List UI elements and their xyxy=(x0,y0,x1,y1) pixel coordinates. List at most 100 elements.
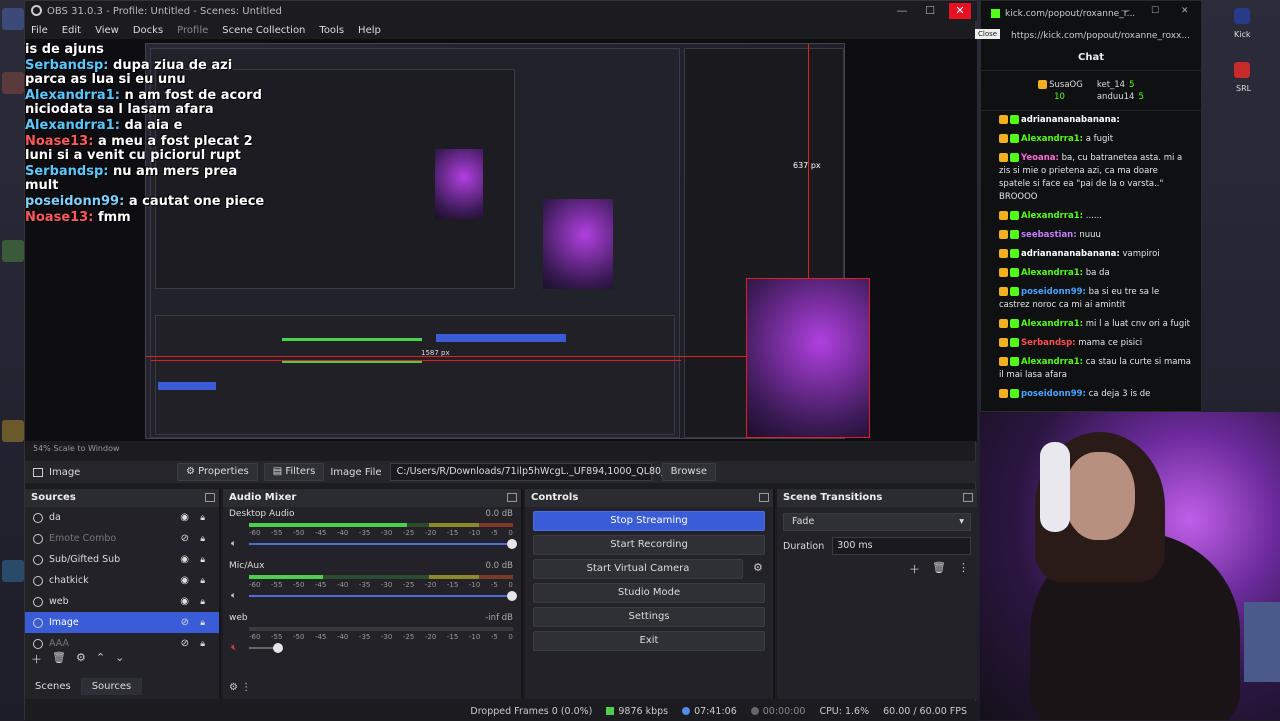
chat-username[interactable]: poseidonn99: xyxy=(1021,389,1086,399)
menu-docks[interactable]: Docks xyxy=(133,25,163,36)
lock-icon[interactable]: 🔒︎ xyxy=(200,618,205,628)
preview-scale-bar[interactable]: 54% Scale to Window xyxy=(25,441,977,457)
tab-scenes[interactable]: Scenes xyxy=(25,678,82,695)
desktop-icon[interactable] xyxy=(2,8,24,30)
properties-button[interactable]: ⚙ Properties xyxy=(177,463,258,481)
menu-help[interactable]: Help xyxy=(358,25,381,36)
volume-speaker-icon[interactable]: 🔈︎ xyxy=(231,539,236,549)
mixer-settings-icon[interactable]: ⚙ ⋮ xyxy=(229,682,251,693)
undock-icon[interactable] xyxy=(759,493,769,502)
visibility-hidden-icon[interactable]: ⊘ xyxy=(181,638,189,649)
source-item[interactable]: Sub/Gifted Sub ◉ 🔒︎ xyxy=(25,549,219,570)
preview-canvas[interactable]: 1587 px 637 px is de ajuns Serbandsp: du… xyxy=(25,39,977,441)
browse-button[interactable]: Browse xyxy=(661,463,716,481)
kick-logo-icon xyxy=(991,9,1000,18)
visibility-eye-icon[interactable]: ◉ xyxy=(180,512,189,523)
filters-button[interactable]: ▤ Filters xyxy=(263,463,325,481)
source-item[interactable]: web ◉ 🔒︎ xyxy=(25,591,219,612)
sub-badge-icon xyxy=(999,134,1008,143)
kick-titlebar[interactable]: kick.com/popout/roxanne_r... — ☐ ✕ Close xyxy=(975,1,1201,39)
chat-username[interactable]: poseidonn99: xyxy=(1021,287,1086,297)
chat-username[interactable]: Alexandrra1: xyxy=(1021,268,1083,278)
sub-badge-icon xyxy=(999,357,1008,366)
close-icon[interactable]: ✕ xyxy=(1181,6,1189,16)
kick-desktop-icon[interactable] xyxy=(1234,8,1250,24)
meter-ticks: -60 -55 -50 -45 -40 -35 -30 -25 -20 -15 -10 -5 0 xyxy=(249,529,513,537)
move-up-icon[interactable]: ⌃ xyxy=(96,651,105,667)
minimize-icon[interactable]: — xyxy=(1121,6,1130,16)
start-recording-button[interactable]: Start Recording xyxy=(533,535,765,555)
volume-knob[interactable] xyxy=(507,591,517,601)
desktop-icon[interactable] xyxy=(2,560,24,582)
lock-icon[interactable]: 🔒︎ xyxy=(200,555,205,565)
visibility-hidden-icon[interactable]: ⊘ xyxy=(181,533,189,544)
desktop-icon[interactable] xyxy=(2,72,24,94)
source-item[interactable]: da ◉ 🔒︎ xyxy=(25,507,219,528)
image-file-path-field[interactable]: C:/Users/R/Downloads/71ilp5hWcgL._UF894,… xyxy=(389,463,684,481)
studio-mode-button[interactable]: Studio Mode xyxy=(533,583,765,603)
transition-select[interactable]: Fade ▾ xyxy=(783,513,971,531)
remove-source-icon[interactable]: 🗑︎ xyxy=(52,651,66,667)
menu-edit[interactable]: Edit xyxy=(62,25,81,36)
tab-sources[interactable]: Sources xyxy=(81,678,143,695)
chat-username[interactable]: Alexandrra1: xyxy=(1021,211,1083,221)
chat-username[interactable]: Alexandrra1: xyxy=(1021,134,1083,144)
volume-knob[interactable] xyxy=(273,643,283,653)
menu-file[interactable]: File xyxy=(31,25,48,36)
stop-streaming-button[interactable]: Stop Streaming xyxy=(533,511,765,531)
chat-username[interactable]: Alexandrra1: xyxy=(1021,319,1083,329)
close-icon[interactable]: ✕ xyxy=(949,3,971,19)
exit-button[interactable]: Exit xyxy=(533,631,765,651)
volume-slider[interactable] xyxy=(249,539,517,549)
duration-input[interactable]: 300 ms xyxy=(832,537,971,555)
lock-icon[interactable]: 🔒︎ xyxy=(200,513,205,523)
remove-transition-icon[interactable]: 🗑︎ xyxy=(932,561,946,577)
lock-icon[interactable]: 🔒︎ xyxy=(200,597,205,607)
maximize-icon[interactable]: ☐ xyxy=(1151,6,1159,16)
menu-view[interactable]: View xyxy=(95,25,119,36)
chat-username[interactable]: adrianananabanana: xyxy=(1021,249,1120,259)
add-source-icon[interactable]: ＋ xyxy=(31,651,42,667)
add-transition-icon[interactable]: ＋ xyxy=(909,561,920,577)
obs-titlebar[interactable]: OBS 31.0.3 - Profile: Untitled - Scenes:… xyxy=(25,1,977,21)
lock-icon[interactable]: 🔒︎ xyxy=(200,576,205,586)
desktop-icon[interactable] xyxy=(2,420,24,442)
lock-icon[interactable]: 🔒︎ xyxy=(200,534,205,544)
chat-username[interactable]: Yeoana: xyxy=(1021,153,1059,163)
meter-tick-label: -25 xyxy=(402,581,415,589)
settings-button[interactable]: Settings xyxy=(533,607,765,627)
visibility-eye-icon[interactable]: ◉ xyxy=(180,596,189,607)
more-options-icon[interactable]: ⋮ xyxy=(958,561,969,577)
visibility-eye-icon[interactable]: ◉ xyxy=(180,554,189,565)
muted-speaker-icon[interactable]: 🔇︎ xyxy=(231,643,237,653)
source-item[interactable]: chatkick ◉ 🔒︎ xyxy=(25,570,219,591)
visibility-eye-icon[interactable]: ◉ xyxy=(180,575,189,586)
volume-knob[interactable] xyxy=(507,539,517,549)
undock-icon[interactable] xyxy=(963,493,973,502)
maximize-icon[interactable]: ☐ xyxy=(919,3,941,19)
undock-icon[interactable] xyxy=(205,493,215,502)
chat-username[interactable]: seebastian: xyxy=(1021,230,1077,240)
menu-scene-collection[interactable]: Scene Collection xyxy=(222,25,305,36)
volume-slider[interactable] xyxy=(249,591,517,601)
source-item-selected[interactable]: Image ⊘ 🔒︎ xyxy=(25,612,219,633)
visibility-hidden-icon[interactable]: ⊘ xyxy=(181,617,189,628)
source-item[interactable]: Emote Combo ⊘ 🔒︎ xyxy=(25,528,219,549)
virtual-camera-settings-icon[interactable]: ⚙ xyxy=(753,561,763,574)
source-settings-icon[interactable]: ⚙ xyxy=(76,651,86,667)
kick-url-bar[interactable]: https://kick.com/popout/roxanne_roxx... xyxy=(981,27,1201,45)
start-virtual-camera-button[interactable]: Start Virtual Camera xyxy=(533,559,743,579)
minimize-icon[interactable]: — xyxy=(891,3,913,19)
chat-username[interactable]: adrianananabanana: xyxy=(1021,115,1120,125)
undock-icon[interactable] xyxy=(507,493,517,502)
lock-icon[interactable]: 🔒︎ xyxy=(200,639,205,649)
desktop-icon[interactable] xyxy=(2,240,24,262)
chat-username[interactable]: Alexandrra1: xyxy=(1021,357,1083,367)
volume-speaker-icon[interactable]: 🔈︎ xyxy=(231,591,236,601)
volume-slider[interactable] xyxy=(249,643,283,653)
chat-username[interactable]: Serbandsp: xyxy=(1021,338,1076,348)
move-down-icon[interactable]: ⌄ xyxy=(115,651,124,667)
menu-tools[interactable]: Tools xyxy=(319,25,344,36)
srl-desktop-icon[interactable] xyxy=(1234,62,1250,78)
menu-profile[interactable]: Profile xyxy=(177,25,208,36)
